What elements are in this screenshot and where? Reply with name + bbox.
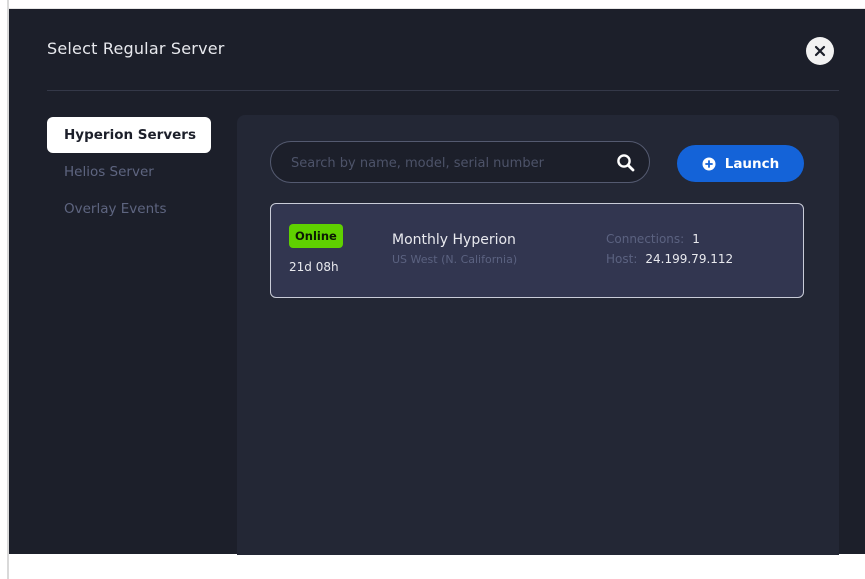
sidebar-item-label: Overlay Events — [64, 201, 167, 217]
connections-value: 1 — [692, 232, 700, 246]
launch-button[interactable]: Launch — [677, 145, 804, 182]
plus-circle-icon — [702, 157, 716, 170]
sidebar-item-label: Helios Server — [64, 164, 154, 180]
sidebar-item-helios-server[interactable]: Helios Server — [47, 154, 211, 190]
host-value: 24.199.79.112 — [645, 252, 734, 266]
close-button[interactable] — [806, 37, 834, 65]
server-uptime: 21d 08h — [289, 260, 339, 274]
close-icon — [814, 45, 826, 57]
launch-button-label: Launch — [724, 155, 780, 172]
search-icon[interactable] — [616, 153, 636, 173]
status-badge: Online — [289, 224, 343, 248]
header-divider — [47, 90, 839, 91]
server-card[interactable]: Online 21d 08h Monthly Hyperion US West … — [270, 203, 804, 298]
connections-row: Connections: 1 — [606, 232, 700, 246]
sidebar: Hyperion Servers Helios Server Overlay E… — [47, 117, 211, 228]
sidebar-item-overlay-events[interactable]: Overlay Events — [47, 191, 211, 227]
server-list-panel: Launch Online 21d 08h Monthly Hyperion U… — [237, 115, 839, 555]
search-input[interactable] — [289, 142, 603, 184]
connections-label: Connections: — [606, 232, 685, 246]
host-row: Host: 24.199.79.112 — [606, 252, 733, 266]
server-select-modal: Select Regular Server Hyperion Servers H… — [9, 8, 865, 555]
sidebar-item-label: Hyperion Servers — [64, 127, 196, 143]
server-name: Monthly Hyperion — [392, 232, 516, 248]
modal-title: Select Regular Server — [47, 39, 225, 58]
server-region: US West (N. California) — [392, 253, 518, 266]
host-label: Host: — [606, 252, 638, 266]
search-box — [270, 141, 650, 184]
sidebar-item-hyperion-servers[interactable]: Hyperion Servers — [47, 117, 211, 153]
